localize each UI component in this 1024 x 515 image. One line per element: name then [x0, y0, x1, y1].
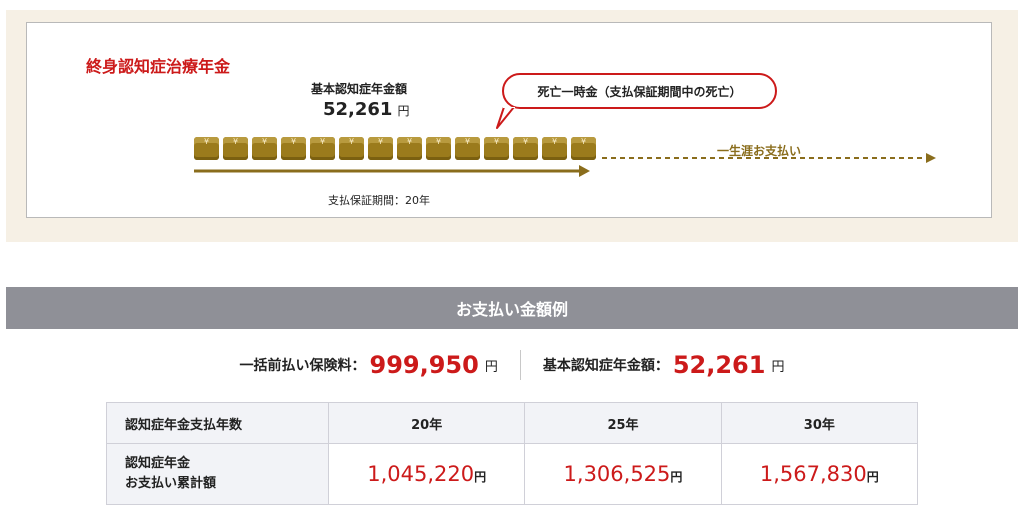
- guarantee-arrowhead-icon: [579, 165, 590, 177]
- amount-unit: 円: [474, 470, 487, 484]
- amount-unit: 円: [670, 470, 683, 484]
- annuity-diagram-box: 終身認知症治療年金 基本認知症年金額 52,261 円 死亡一時金（支払保証期間中…: [26, 22, 992, 218]
- cumulative-amount-cell: 1,567,830円: [720, 443, 919, 505]
- premium-unit: 円: [484, 359, 498, 375]
- year-column-header: 20年: [327, 402, 526, 444]
- guarantee-period-label: 支払保証期間：20年: [328, 194, 430, 207]
- cumulative-row-label: 認知症年金 お支払い累計額: [106, 443, 329, 505]
- cumulative-amount: 1,045,220: [367, 462, 475, 486]
- base-annuity-label: 基本認知症年金額：: [542, 358, 669, 374]
- cumulative-amount: 1,567,830: [759, 462, 867, 486]
- payout-table: 認知症年金支払年数 20年 25年 30年 認知症年金 お支払い累計額 1,04…: [106, 402, 919, 505]
- lifetime-payment-label: 一生涯お支払い: [717, 144, 802, 158]
- cumulative-amount-cell: 1,045,220円: [327, 443, 526, 505]
- payment-arrows: [194, 153, 936, 177]
- year-column-header: 25年: [524, 402, 722, 444]
- lifetime-arrowhead-icon: [926, 153, 936, 163]
- amount-unit: 円: [866, 470, 879, 484]
- row-label-line2: お支払い累計額: [125, 476, 217, 491]
- base-annuity-value: 52,261: [672, 351, 766, 379]
- base-annuity-unit: 円: [771, 359, 785, 375]
- summary-divider: [519, 350, 521, 380]
- years-header-label: 認知症年金支払年数: [106, 402, 329, 444]
- table-row: 認知症年金 お支払い累計額 1,045,220円 1,306,525円 1,56…: [106, 443, 919, 505]
- table-header-row: 認知症年金支払年数 20年 25年 30年: [106, 402, 919, 444]
- premium-label: 一括前払い保険料：: [239, 358, 366, 374]
- premium-value: 999,950: [369, 351, 479, 379]
- cumulative-amount: 1,306,525: [563, 462, 671, 486]
- payment-summary: 一括前払い保険料： 999,950 円 基本認知症年金額： 52,261 円: [0, 345, 1024, 385]
- payment-example-header: お支払い金額例: [6, 287, 1018, 329]
- row-label-line1: 認知症年金: [125, 456, 191, 471]
- cumulative-amount-cell: 1,306,525円: [524, 443, 722, 505]
- year-column-header: 30年: [720, 402, 919, 444]
